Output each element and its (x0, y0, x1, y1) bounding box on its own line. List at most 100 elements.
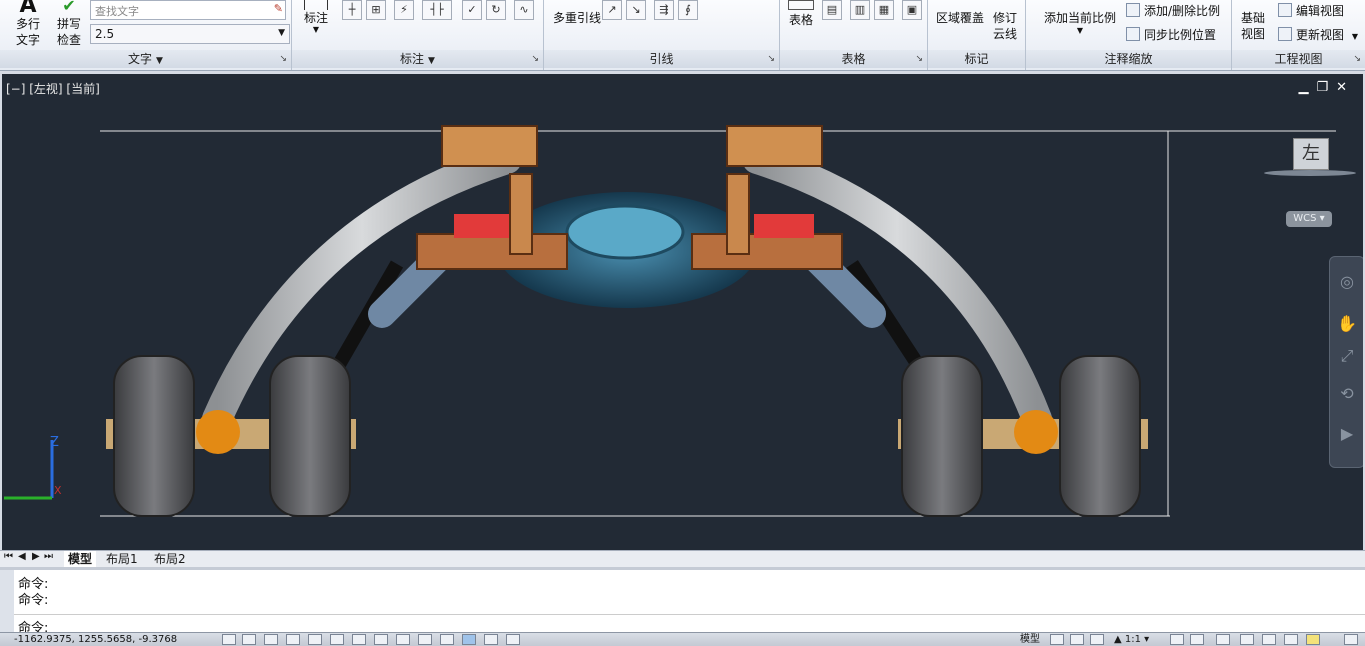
layout-quickview-icon[interactable] (1050, 634, 1064, 645)
annotation-scale[interactable]: ▲ 1:1 ▾ (1114, 633, 1149, 646)
add-delete-scale-button[interactable]: 添加/删除比例 (1126, 2, 1220, 19)
panel-title-dimension[interactable]: 标注 ▼ (292, 50, 543, 68)
showmotion-icon[interactable]: ▶ (1336, 423, 1358, 445)
drawing-viewport[interactable]: [−] [左视] [当前] ▁❐✕ Z X 左 WCS ▾ ◎ ✋ ⤢ ⟲ ▶ (2, 74, 1363, 550)
ducs-icon[interactable] (396, 634, 410, 645)
remove-leader-icon[interactable]: ↘ (626, 0, 646, 20)
steering-wheel-icon[interactable]: ◎ (1336, 271, 1358, 293)
annotation-visibility-icon[interactable] (1170, 634, 1184, 645)
mleader-button[interactable]: 多重引线 (548, 0, 606, 26)
command-grip[interactable] (0, 570, 14, 635)
update-view-button[interactable]: 更新视图 ▼ (1278, 26, 1358, 43)
grid-icon[interactable] (264, 634, 278, 645)
transparency-icon[interactable] (462, 634, 476, 645)
tab-nav-next-icon[interactable]: ▶ (32, 551, 40, 562)
text-launcher-icon[interactable]: ↘ (279, 54, 287, 64)
edit-view-button[interactable]: 编辑视图 (1278, 2, 1344, 19)
update-view-icon (1278, 27, 1292, 41)
pan-status-icon[interactable] (1090, 634, 1104, 645)
model-space-toggle[interactable]: 模型 (1020, 633, 1040, 646)
mtext-button[interactable]: A 多行 文字 (8, 0, 48, 48)
tab-layout1[interactable]: 布局1 (102, 551, 142, 567)
linear-dim-icon[interactable]: ┼ (342, 0, 362, 20)
table-launcher-icon[interactable]: ↘ (915, 54, 923, 64)
isolate-icon[interactable] (1284, 634, 1298, 645)
snap-icon[interactable] (242, 634, 256, 645)
continue-dim-icon[interactable]: ┤├ (422, 0, 452, 20)
spell-check-label: 拼写 检查 (56, 17, 81, 47)
ortho-icon[interactable] (286, 634, 300, 645)
autoscale-icon[interactable] (1190, 634, 1204, 645)
panel-table: 表格 ▤ ▥ ▦ ▣ 表格 ↘ (780, 0, 928, 70)
workspace-gear-icon[interactable] (1216, 634, 1230, 645)
revcloud-button[interactable]: 修订 云线 (988, 4, 1022, 42)
ucs-x-label: X (54, 484, 62, 497)
add-leader-icon[interactable]: ↗ (602, 0, 622, 20)
tab-nav-last-icon[interactable]: ⏭ (44, 551, 53, 562)
add-current-scale-label: 添加当前比例 (1043, 11, 1116, 25)
otrack-icon[interactable] (374, 634, 388, 645)
lock-icon[interactable] (1240, 634, 1254, 645)
dimension-button[interactable]: 标注 ▼ (298, 0, 334, 34)
find-icon[interactable]: ✎ (274, 2, 283, 15)
base-view-label: 基础 视图 (1240, 11, 1265, 41)
viewcube[interactable]: 左 (1293, 138, 1329, 170)
revcloud-label: 修订 云线 (992, 11, 1017, 41)
sync-scale-button[interactable]: 同步比例位置 (1126, 26, 1216, 43)
jog-line-icon[interactable]: ∿ (514, 0, 534, 20)
dimension-label: 标注 (303, 11, 328, 25)
osnap-icon[interactable] (330, 634, 344, 645)
right-bracket (691, 233, 843, 270)
zoom-icon[interactable]: ⤢ (1336, 345, 1358, 367)
align-leader-icon[interactable]: ⇶ (654, 0, 674, 20)
chevron-down-icon: ▼ (1076, 26, 1084, 35)
link-data-icon[interactable]: ▥ (850, 0, 870, 20)
sync-icon (1126, 27, 1140, 41)
baseline-dim-icon[interactable]: ⊞ (366, 0, 386, 20)
lightbulb-icon[interactable] (1306, 634, 1320, 645)
spell-check-button[interactable]: ✔ 拼写 检查 (52, 0, 86, 48)
qp-icon[interactable] (484, 634, 498, 645)
hardware-icon[interactable] (1262, 634, 1276, 645)
drawing-view-launcher-icon[interactable]: ↘ (1353, 54, 1361, 64)
quick-dim-icon[interactable]: ⚡ (394, 0, 414, 20)
dyn-icon[interactable] (418, 634, 432, 645)
table-button[interactable]: 表格 (784, 0, 818, 28)
orbit-icon[interactable]: ⟲ (1336, 383, 1358, 405)
panel-title-text[interactable]: 文字 ▼ (0, 50, 291, 68)
extract-data-icon[interactable]: ▤ (822, 0, 842, 20)
clean-screen-icon[interactable] (1344, 634, 1358, 645)
tab-layout2[interactable]: 布局2 (150, 551, 190, 567)
drawing-quickview-icon[interactable] (1070, 634, 1084, 645)
coordinates-readout[interactable]: -1162.9375, 1255.5658, -9.3768 (14, 633, 177, 646)
add-current-scale-button[interactable]: 添加当前比例 ▼ (1032, 4, 1128, 36)
upload-data-icon[interactable]: ▣ (902, 0, 922, 20)
viewcube-compass[interactable] (1264, 170, 1356, 176)
wipeout-button[interactable]: 区域覆盖 (932, 4, 988, 26)
infer-icon[interactable] (222, 634, 236, 645)
wcs-menu[interactable]: WCS ▾ (1286, 211, 1332, 227)
text-height-select[interactable]: 2.5 ▼ (90, 24, 290, 44)
leader-launcher-icon[interactable]: ↘ (767, 54, 775, 64)
tab-nav-prev-icon[interactable]: ◀ (18, 551, 26, 562)
polar-icon[interactable] (308, 634, 322, 645)
tab-nav-first-icon[interactable]: ⏮ (4, 551, 13, 562)
pan-icon[interactable]: ✋ (1336, 313, 1358, 335)
download-data-icon[interactable]: ▦ (874, 0, 894, 20)
find-text-input[interactable]: 查找文字 ✎ (90, 0, 286, 20)
right-clevis (726, 173, 750, 255)
base-view-button[interactable]: 基础 视图 (1236, 4, 1270, 42)
dimension-launcher-icon[interactable]: ↘ (531, 54, 539, 64)
command-history-line: 命令: (18, 593, 49, 608)
lineweight-icon[interactable] (440, 634, 454, 645)
mleader-icon (548, 0, 606, 10)
3dosnap-icon[interactable] (352, 634, 366, 645)
sc-icon[interactable] (506, 634, 520, 645)
panel-annoscale: 添加当前比例 ▼ 添加/删除比例 同步比例位置 注释缩放 (1026, 0, 1232, 70)
chevron-down-icon: ▼ (1351, 32, 1358, 41)
inspect-dim-icon[interactable]: ✓ (462, 0, 482, 20)
update-dim-icon[interactable]: ↻ (486, 0, 506, 20)
wheel-left-inner (269, 355, 351, 517)
collect-leader-icon[interactable]: ∮ (678, 0, 698, 20)
tab-model[interactable]: 模型 (64, 551, 97, 567)
